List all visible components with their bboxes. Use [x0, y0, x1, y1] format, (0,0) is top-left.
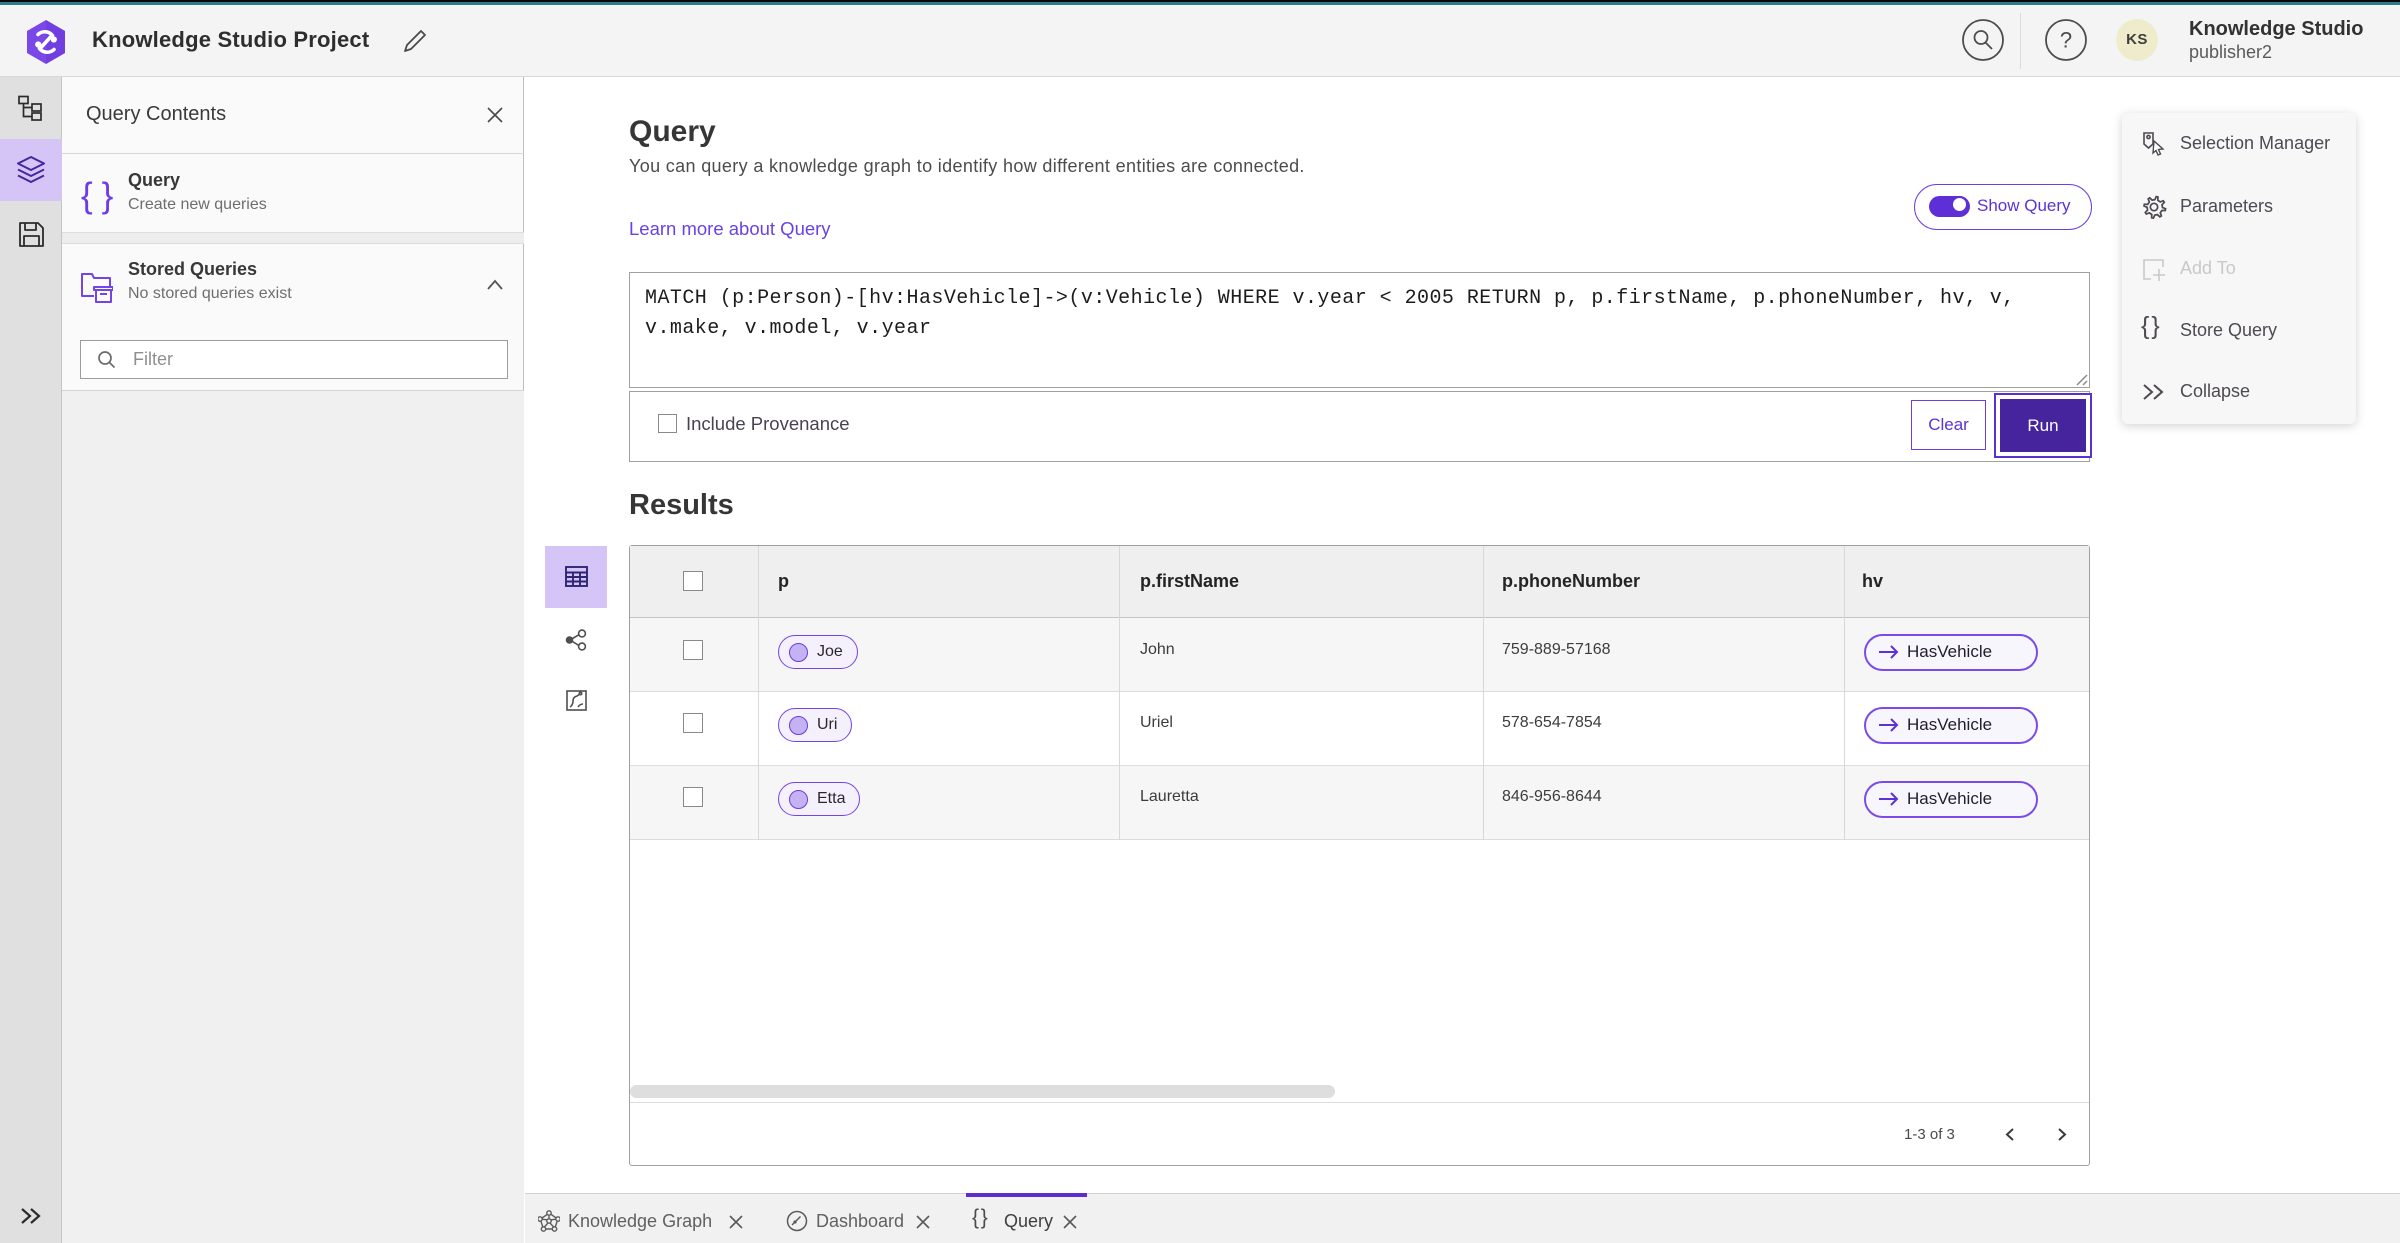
- svg-text:?: ?: [2060, 28, 2072, 53]
